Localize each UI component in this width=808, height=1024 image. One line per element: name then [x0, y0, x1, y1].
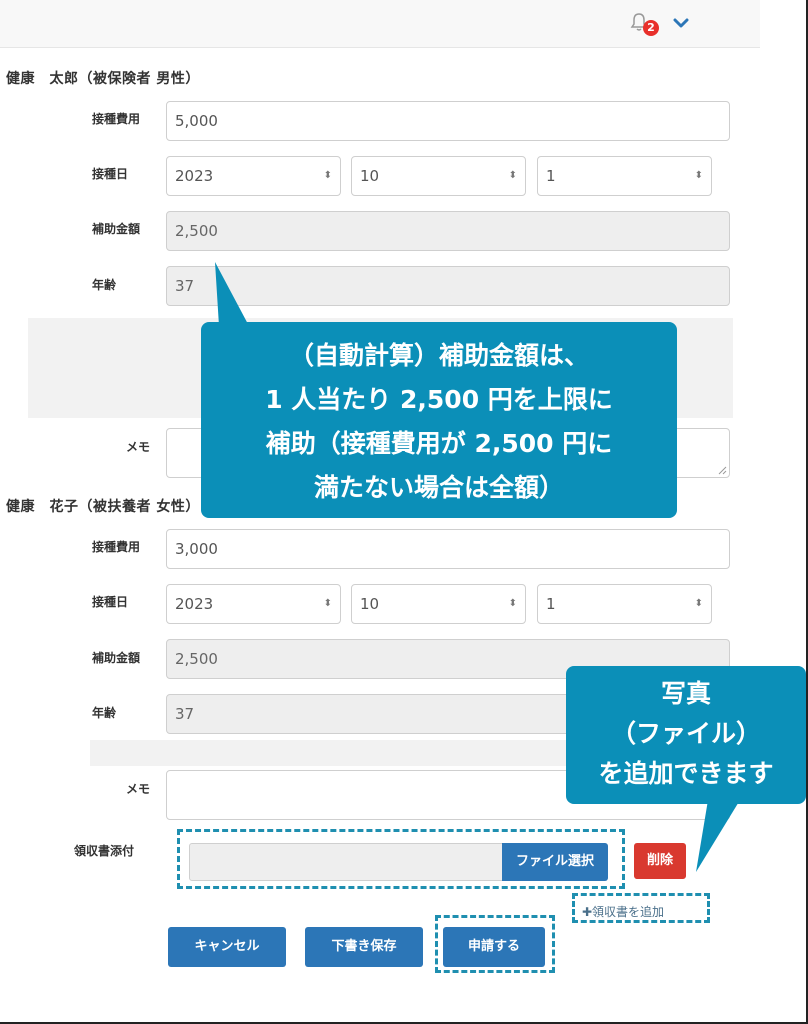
- select-arrow-icon: ⬍: [508, 598, 517, 609]
- chevron-down-icon[interactable]: [673, 15, 689, 31]
- callout-line: 満たない場合は全額）: [313, 473, 564, 502]
- callout-line: 写真: [660, 679, 711, 708]
- year-select[interactable]: 2023 ⬍: [166, 156, 341, 196]
- fee-input[interactable]: 3,000: [166, 529, 730, 569]
- callout-line: （ファイル）: [610, 719, 761, 748]
- callout-line: 補助（接種費用が 2,500 円に: [265, 429, 613, 458]
- month-value: 10: [360, 595, 380, 613]
- cancel-button[interactable]: キャンセル: [168, 927, 286, 967]
- person-title: 健康 太郎（被保険者 男性）: [6, 71, 200, 87]
- day-select[interactable]: 1 ⬍: [537, 156, 712, 196]
- fee-label: 接種費用: [92, 112, 141, 126]
- day-value: 1: [546, 167, 556, 185]
- shaded-row: [90, 740, 570, 766]
- fee-input[interactable]: 5,000: [166, 101, 730, 141]
- notification-badge: 2: [643, 20, 659, 36]
- file-highlight-box: [177, 829, 625, 889]
- age-label: 年齢: [92, 278, 117, 292]
- submit-highlight-box: [435, 915, 555, 973]
- month-select[interactable]: 10 ⬍: [351, 584, 526, 624]
- select-arrow-icon: ⬍: [323, 170, 332, 181]
- callout-line: 1 人当たり 2,500 円を上限に: [265, 385, 613, 414]
- select-arrow-icon: ⬍: [323, 598, 332, 609]
- select-arrow-icon: ⬍: [694, 170, 703, 181]
- select-arrow-icon: ⬍: [508, 170, 517, 181]
- subsidy-amount-field: 2,500: [166, 211, 730, 251]
- year-value: 2023: [175, 167, 214, 185]
- month-value: 10: [360, 167, 380, 185]
- person-title: 健康 花子（被扶養者 女性）: [6, 499, 200, 515]
- day-value: 1: [546, 595, 556, 613]
- fee-label: 接種費用: [92, 540, 141, 554]
- year-select[interactable]: 2023 ⬍: [166, 584, 341, 624]
- subsidy-label: 補助金額: [92, 651, 141, 665]
- select-arrow-icon: ⬍: [694, 598, 703, 609]
- month-select[interactable]: 10 ⬍: [351, 156, 526, 196]
- save-draft-button[interactable]: 下書き保存: [305, 927, 423, 967]
- top-bar: 2: [0, 0, 760, 48]
- subsidy-callout: （自動計算）補助金額は、 1 人当たり 2,500 円を上限に 補助（接種費用が…: [201, 322, 677, 518]
- date-label: 接種日: [92, 595, 129, 609]
- day-select[interactable]: 1 ⬍: [537, 584, 712, 624]
- add-receipt-highlight-box: [572, 893, 710, 923]
- delete-button[interactable]: 削除: [634, 843, 686, 879]
- resize-grip-icon[interactable]: [718, 466, 727, 475]
- age-label: 年齢: [92, 706, 117, 720]
- receipt-label: 領収書添付: [74, 844, 135, 858]
- memo-label: メモ: [126, 782, 151, 796]
- callout-line: （自動計算）補助金額は、: [288, 341, 589, 370]
- date-label: 接種日: [92, 167, 129, 181]
- year-value: 2023: [175, 595, 214, 613]
- callout-line: を追加できます: [598, 759, 774, 788]
- photo-callout: 写真 （ファイル） を追加できます: [566, 666, 806, 804]
- callout-pointer: [696, 800, 740, 872]
- subsidy-label: 補助金額: [92, 222, 141, 236]
- memo-label: メモ: [126, 440, 151, 454]
